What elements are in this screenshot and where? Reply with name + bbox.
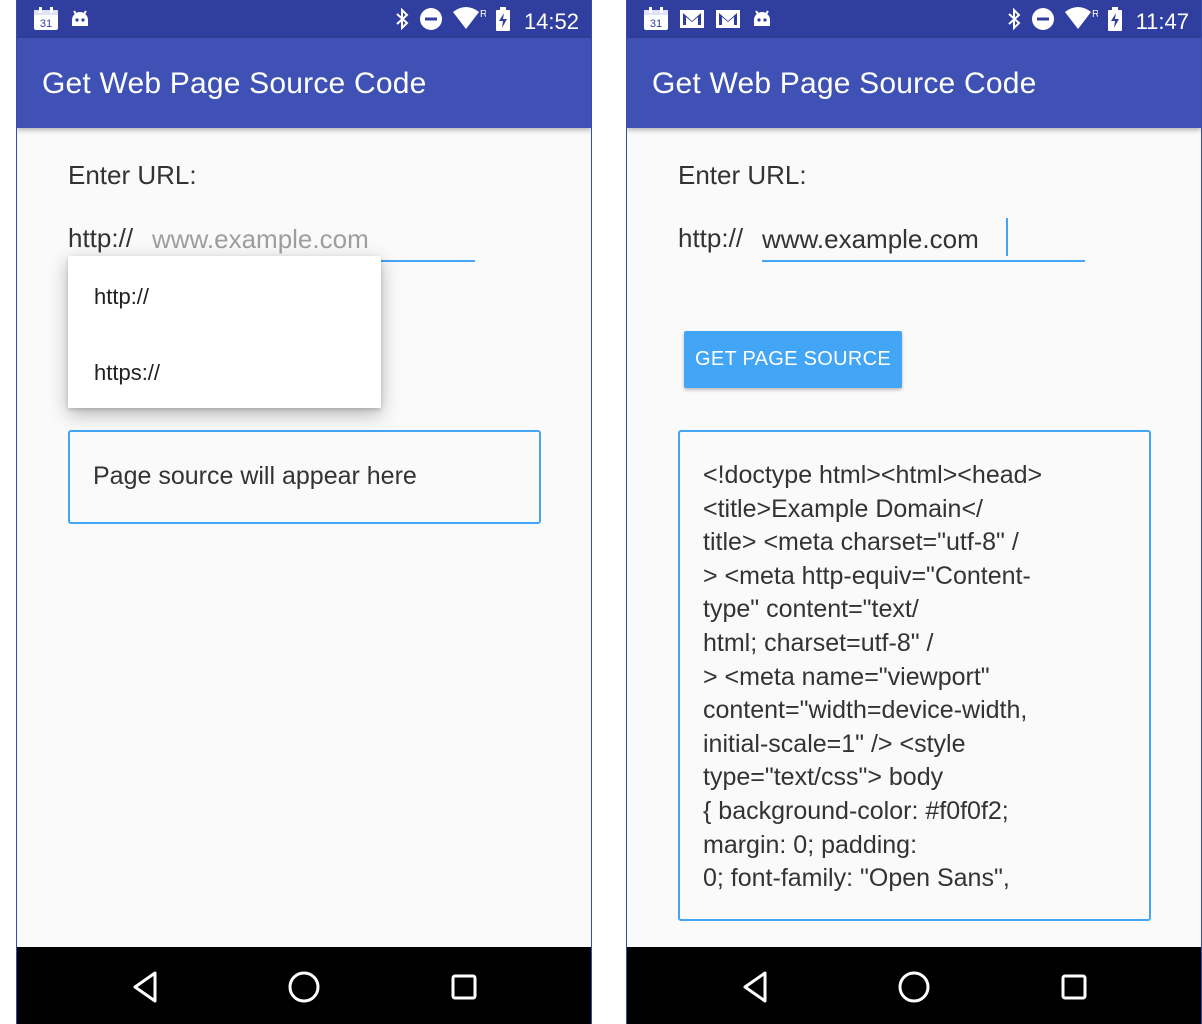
url-prefix-dropdown: http:// https:// [68, 256, 381, 408]
calendar-icon: 31 [33, 7, 59, 36]
url-prefix-selector[interactable]: http:// [678, 223, 743, 254]
url-input[interactable] [762, 218, 1085, 262]
home-icon[interactable] [894, 967, 934, 1007]
dropdown-option-http[interactable]: http:// [94, 284, 149, 310]
recents-icon[interactable] [1054, 967, 1094, 1007]
wifi-icon: R [452, 6, 487, 37]
gmail-icon [679, 8, 705, 35]
back-icon[interactable] [737, 967, 777, 1007]
page-source-output[interactable]: Page source will appear here [68, 430, 541, 524]
back-icon[interactable] [127, 967, 167, 1007]
phone-screen-right: 31 11:47 Get Web Page Source Code Enter … [626, 0, 1202, 1024]
android-icon [751, 8, 773, 35]
gmail-icon [715, 8, 741, 35]
app-bar: Get Web Page Source Code [17, 38, 591, 128]
battery-charging-icon [495, 6, 511, 37]
dropdown-option-https[interactable]: https:// [94, 360, 160, 386]
do-not-disturb-icon [419, 7, 443, 36]
app-title: Get Web Page Source Code [42, 67, 427, 100]
page-source-text: Page source will appear here [93, 462, 417, 490]
navigation-bar [17, 947, 591, 1024]
status-time: 11:47 [1135, 8, 1189, 34]
page-source-output[interactable]: <!doctype html><html><head> <title>Examp… [678, 430, 1151, 921]
status-time: 14:52 [523, 8, 579, 34]
app-bar: Get Web Page Source Code [627, 38, 1201, 128]
calendar-icon: 31 [643, 7, 669, 36]
bluetooth-icon [394, 7, 410, 36]
url-prefix-selector[interactable]: http:// [68, 223, 133, 254]
navigation-bar [627, 947, 1201, 1024]
app-title: Get Web Page Source Code [652, 67, 1037, 100]
status-bar: 31 11:47 [627, 0, 1201, 38]
svg-text:R: R [1092, 9, 1098, 20]
text-cursor [1006, 218, 1008, 256]
enter-url-label: Enter URL: [68, 160, 197, 190]
home-icon[interactable] [284, 967, 324, 1007]
wifi-icon: R [1064, 6, 1099, 37]
svg-text:R: R [480, 9, 486, 20]
enter-url-label: Enter URL: [678, 160, 807, 190]
do-not-disturb-icon [1031, 7, 1055, 36]
android-icon [69, 8, 91, 35]
svg-text:31: 31 [650, 18, 662, 30]
recents-icon[interactable] [444, 967, 484, 1007]
get-page-source-button[interactable]: GET PAGE SOURCE [684, 331, 902, 388]
status-bar: 31 R [17, 0, 591, 38]
phone-screen-left: 31 R [16, 0, 592, 1024]
page-source-text: <!doctype html><html><head> <title>Examp… [703, 461, 1043, 893]
svg-text:31: 31 [40, 18, 52, 30]
battery-charging-icon [1107, 6, 1123, 37]
bluetooth-icon [1006, 7, 1022, 36]
